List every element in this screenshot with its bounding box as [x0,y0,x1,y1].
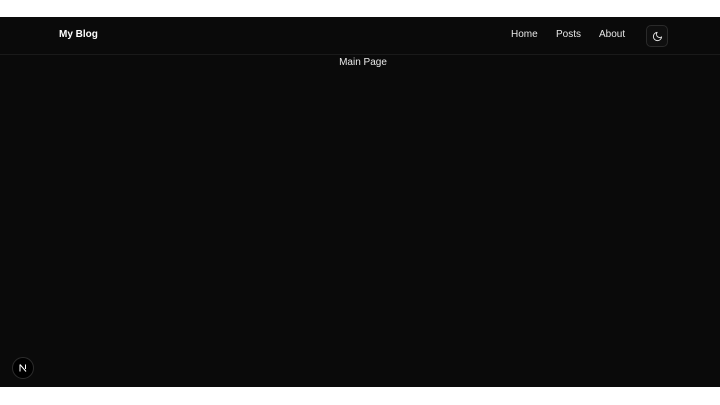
nextjs-logo-icon [19,364,27,372]
site-header: My Blog Home Posts About [0,17,720,55]
moon-icon [652,31,662,41]
nav-link-posts[interactable]: Posts [556,29,581,40]
main-page-text: Main Page [339,57,387,68]
app-viewport: My Blog Home Posts About Main Page [0,17,720,387]
brand-link[interactable]: My Blog [59,29,98,40]
theme-toggle-button[interactable] [646,25,668,47]
nav-link-home[interactable]: Home [511,29,538,40]
nextjs-dev-badge[interactable] [12,357,34,379]
nav-link-about[interactable]: About [599,29,625,40]
